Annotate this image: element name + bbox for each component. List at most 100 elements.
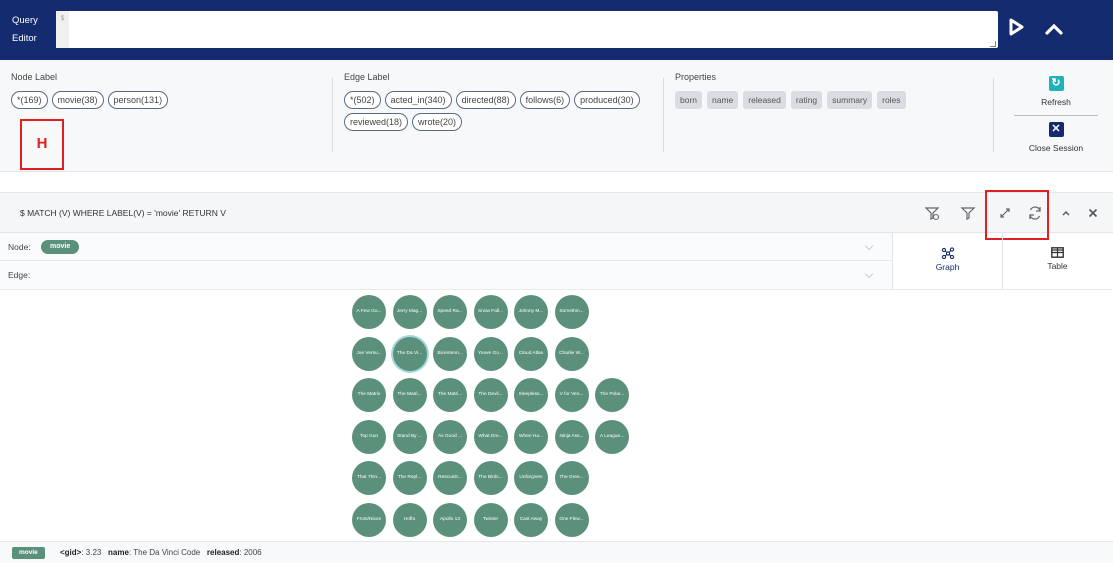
query-editor-title-line: Editor [12, 33, 37, 44]
edge-filter-row[interactable]: Edge: [0, 261, 892, 290]
edge-label-pill[interactable]: directed(88) [455, 91, 516, 109]
collapse-editor-icon[interactable] [1045, 22, 1063, 36]
edge-label-pill[interactable]: wrote(20) [412, 113, 463, 131]
query-editor-title: Query Editor [12, 12, 56, 48]
edge-label-pill[interactable]: acted_in(340) [384, 91, 452, 109]
query-editor-input[interactable]: $ [56, 11, 998, 48]
graph-node[interactable]: Joe Versu... [352, 336, 386, 371]
node-filter-chip[interactable]: movie [41, 240, 80, 254]
graph-node[interactable]: Snow Fall... [473, 295, 508, 329]
graph-node[interactable]: The Matrix [352, 378, 386, 412]
graph-node[interactable]: The Devil... [473, 378, 508, 412]
edge-label-pill[interactable]: produced(30) [574, 91, 640, 109]
run-query-button[interactable] [1008, 17, 1026, 37]
graph-node[interactable]: V for Ven... [554, 378, 589, 412]
close-session-button[interactable]: ✕ Close Session [1016, 122, 1096, 153]
graph-node[interactable]: The Matri... [433, 378, 467, 412]
graph-node[interactable]: Youve Go... [473, 336, 508, 371]
graph-node[interactable]: The Birdc... [473, 461, 508, 495]
table-icon [1051, 247, 1064, 258]
graph-node[interactable]: Johnny M... [514, 295, 548, 329]
node-label-title: Node Label [11, 72, 58, 82]
gid-value: : 3.23 [81, 548, 102, 557]
graph-node[interactable]: Stand By ... [392, 419, 427, 454]
graph-node[interactable]: Cast Away [514, 502, 548, 537]
graph-node[interactable]: Speed Ra... [433, 295, 467, 329]
graph-node[interactable]: Unforgiven [514, 461, 548, 495]
graph-node[interactable]: As Good ... [433, 419, 467, 454]
graph-node[interactable]: A Few Go... [352, 295, 386, 329]
metadata-panel: Node Label *(169) movie(38) person(131) Ed… [0, 60, 1113, 172]
annotation-letter: H [36, 135, 48, 152]
selection-footer: movie <gid>: 3.23 name: The Da Vinci Cod… [0, 541, 1113, 563]
property-chip[interactable]: born [675, 91, 703, 109]
graph-node[interactable]: A League... [595, 419, 629, 454]
graph-node[interactable]: Somethin... [554, 295, 589, 329]
resize-handle[interactable] [990, 41, 996, 47]
released-key: released [206, 548, 240, 557]
tab-table-label: Table [1047, 261, 1068, 271]
graph-node[interactable]: One Flew... [554, 502, 589, 537]
gid-key: <gid> [60, 548, 82, 557]
graph-node[interactable]: Frost/Nixon [352, 502, 386, 537]
filter-edge-icon[interactable] [960, 205, 976, 221]
edge-label-pill[interactable]: reviewed(18) [344, 113, 409, 131]
properties-title: Properties [675, 72, 717, 82]
tab-graph[interactable]: Graph [892, 233, 1002, 290]
edge-label-pill[interactable]: follows(6) [519, 91, 571, 109]
edge-label-section: Edge Label *(502) acted_in(340) directed(8… [344, 72, 656, 131]
chevron-down-icon[interactable] [864, 241, 874, 251]
graph-node[interactable]: When Ha... [514, 419, 548, 454]
property-chip[interactable]: summary [827, 91, 873, 109]
graph-node[interactable]: The Gree... [554, 461, 589, 495]
graph-node[interactable]: Top Gun [352, 419, 386, 454]
close-icon: ✕ [1048, 122, 1064, 137]
graph-node[interactable]: That Thin... [352, 461, 386, 495]
property-chip[interactable]: roles [877, 91, 906, 109]
node-filter-row[interactable]: Node: movie [0, 233, 892, 261]
close-session-label: Close Session [1028, 143, 1084, 153]
graph-node[interactable]: What Dre... [473, 419, 508, 454]
filter-node-icon[interactable] [924, 205, 940, 221]
graph-node[interactable]: Jerry Mag... [392, 295, 427, 329]
annotation-box: H [20, 119, 64, 170]
graph-node[interactable]: RescueD... [433, 461, 467, 495]
name-key: name [108, 548, 129, 557]
graph-node[interactable]: Charlie W... [554, 336, 589, 371]
property-chip[interactable]: rating [790, 91, 823, 109]
graph-node[interactable]: The Repl... [392, 461, 427, 495]
graph-node[interactable]: Twister [473, 502, 508, 537]
frame-query-text: $ MATCH (V) WHERE LABEL(V) = 'movie' RET… [20, 208, 226, 218]
released-value: : 2006 [239, 548, 262, 557]
graph-node[interactable]: The Da Vi... [392, 336, 427, 371]
graph-node[interactable]: The Matri... [392, 378, 427, 412]
graph-node[interactable]: Sleepless... [514, 378, 548, 412]
graph-node[interactable]: The Polar... [595, 378, 629, 412]
graph-node[interactable]: Cloud Atlas [514, 336, 548, 371]
footer-label-chip: movie [12, 547, 45, 559]
property-chip[interactable]: released [743, 91, 786, 109]
result-frame: $ MATCH (V) WHERE LABEL(V) = 'movie' RET… [0, 190, 1113, 567]
node-label-pill[interactable]: *(169) [11, 91, 48, 109]
node-label-section: Node Label *(169) movie(38) person(131) [11, 72, 311, 109]
graph-node[interactable]: Apollo 13 [433, 502, 467, 537]
property-chip[interactable]: name [707, 91, 739, 109]
graph-icon [941, 247, 954, 259]
close-frame-icon[interactable] [1085, 205, 1101, 221]
tab-graph-label: Graph [935, 262, 960, 272]
edge-label-pill[interactable]: *(502) [344, 91, 381, 109]
chevron-down-icon[interactable] [864, 269, 874, 279]
name-value: : The Da Vinci Code [128, 548, 201, 557]
graph-canvas[interactable]: A Few Go... Jerry Mag... Speed Ra... Snow F… [0, 290, 1113, 540]
refresh-button[interactable]: ↻ Refresh [1016, 76, 1096, 107]
node-label-pill[interactable]: person(131) [107, 91, 169, 109]
node-label-pill[interactable]: movie(38) [51, 91, 104, 109]
tab-table[interactable]: Table [1002, 233, 1112, 290]
graph-node[interactable]: Ninja Ass... [554, 419, 589, 454]
collapse-frame-icon[interactable] [1058, 205, 1074, 221]
properties-section: Properties born name released rating summary… [675, 72, 975, 109]
graph-node[interactable]: Bicentenn... [433, 336, 467, 371]
edge-label-title: Edge Label [344, 72, 390, 82]
line-gutter: $ [56, 11, 69, 48]
graph-node[interactable]: Hoffa [392, 502, 427, 537]
